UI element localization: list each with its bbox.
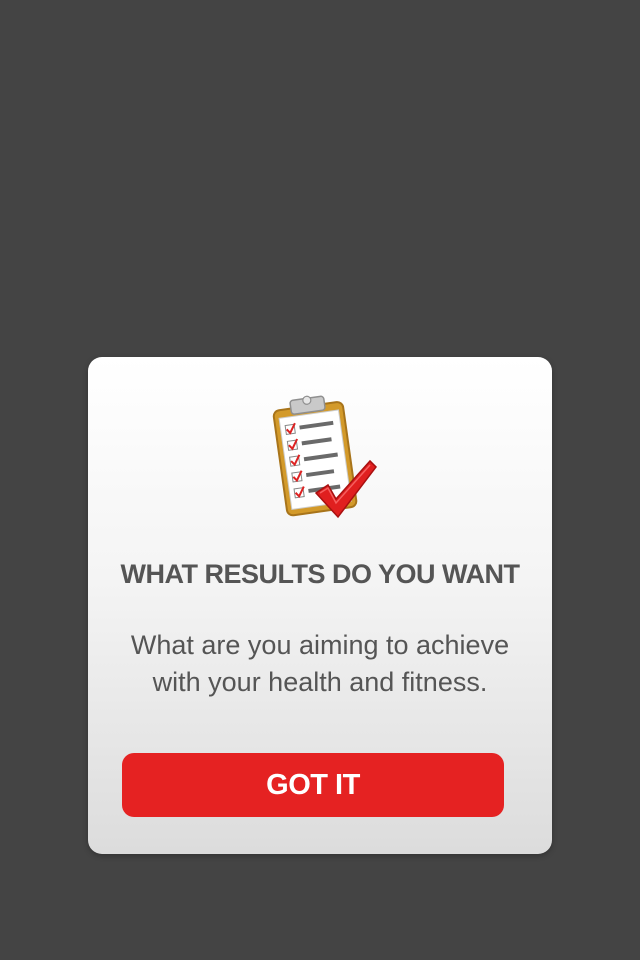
dialog-title: WHAT RESULTS DO YOU WANT: [120, 559, 521, 589]
got-it-button[interactable]: GOT IT: [122, 753, 504, 817]
info-dialog: WHAT RESULTS DO YOU WANT What are you ai…: [88, 357, 552, 854]
dialog-message: What are you aiming to achieve with your…: [130, 630, 510, 697]
clipboard-checklist-icon: [270, 393, 380, 523]
